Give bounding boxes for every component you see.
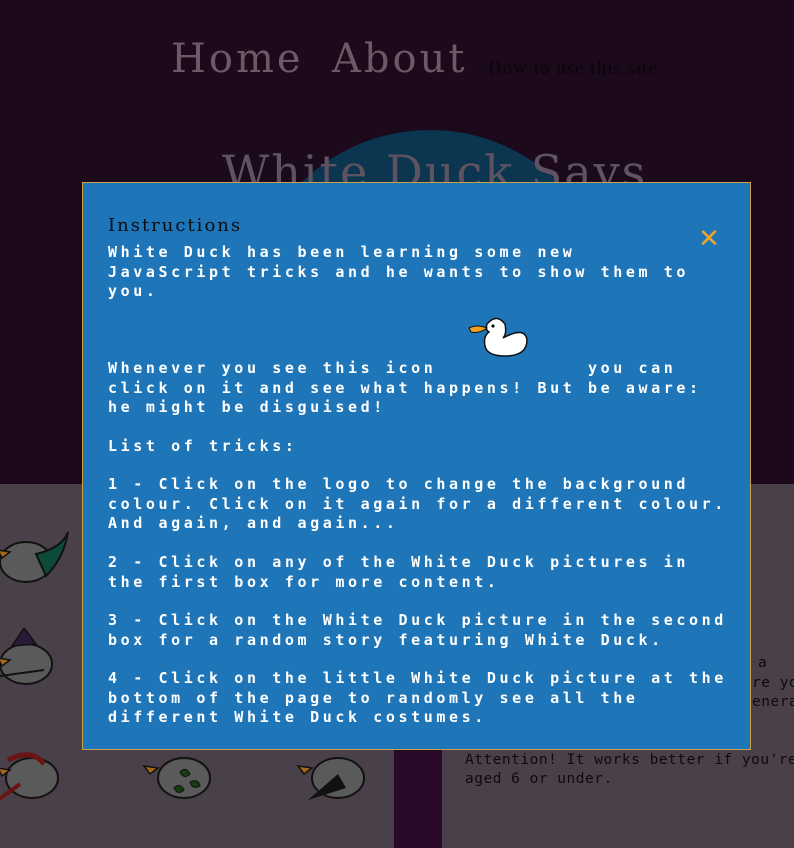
trick-item-3: 3 - Click on the White Duck picture in t… (108, 611, 727, 649)
modal-whenever-text: Whenever you see this icon you can click… (108, 359, 702, 416)
modal-overlay: Instructions ✕ White Duck has been learn… (0, 0, 794, 848)
modal-title: Instructions (108, 215, 243, 236)
modal-intro-text: White Duck has been learning some new Ja… (108, 243, 690, 300)
tricks-list-heading: List of tricks: (108, 437, 298, 455)
close-icon[interactable]: ✕ (697, 226, 721, 252)
trick-item-2: 2 - Click on any of the White Duck pictu… (108, 553, 690, 591)
trick-item-4: 4 - Click on the little White Duck pictu… (108, 669, 727, 726)
trick-item-1: 1 - Click on the logo to change the back… (108, 475, 727, 532)
instructions-modal: Instructions ✕ White Duck has been learn… (82, 182, 751, 750)
white-duck-icon (468, 317, 528, 357)
